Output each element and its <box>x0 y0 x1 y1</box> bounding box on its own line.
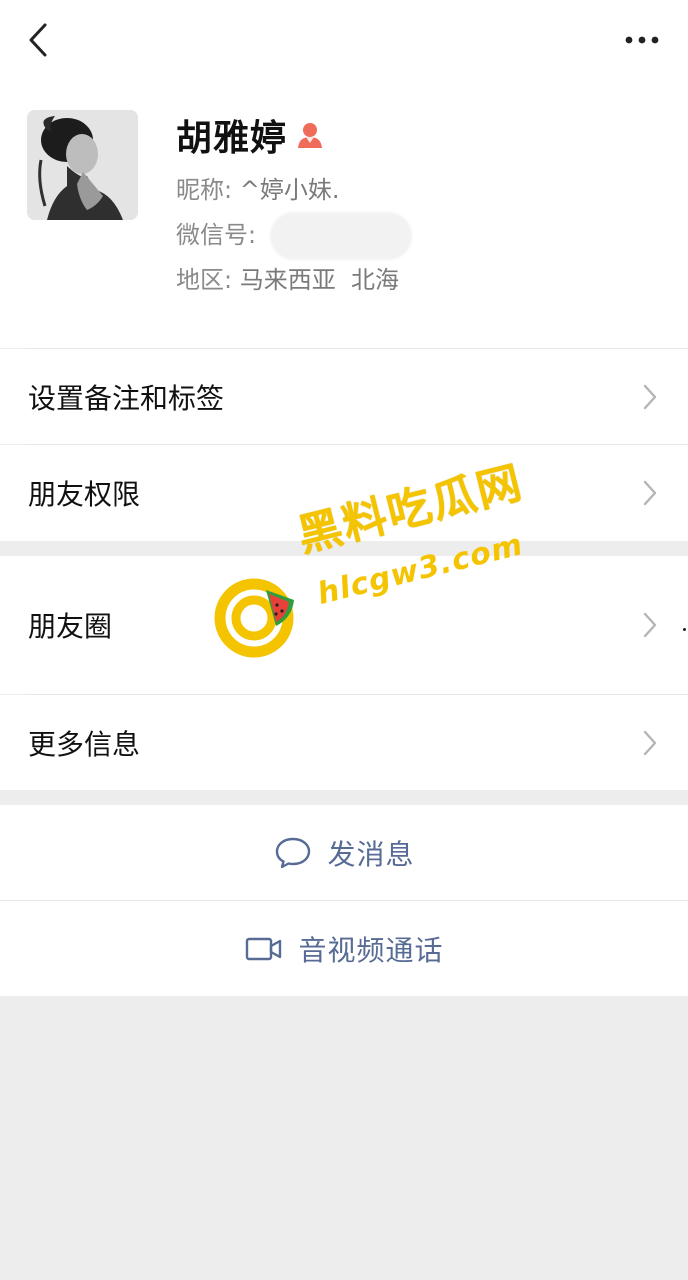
friend-permissions-label: 朋友权限 <box>28 478 141 511</box>
stray-dot <box>683 628 686 631</box>
more-options-button[interactable] <box>622 24 662 56</box>
video-camera-icon <box>244 931 284 967</box>
more-dots-icon <box>625 36 659 44</box>
more-info-label: 更多信息 <box>28 727 141 761</box>
wechat-id-redacted <box>269 212 412 260</box>
send-message-label: 发消息 <box>327 837 415 871</box>
chevron-left-icon <box>29 23 47 57</box>
top-nav-bar <box>0 0 688 84</box>
nickname-line: 昵称: ^婷小妹. <box>176 170 339 205</box>
friend-permissions-cell[interactable]: 朋友权限 <box>0 445 688 541</box>
contact-name: 胡雅婷 <box>176 118 288 159</box>
chevron-right-icon <box>642 479 658 507</box>
chevron-right-icon <box>642 729 658 757</box>
send-message-button[interactable]: 发消息 <box>0 805 688 900</box>
avatar-image <box>27 110 138 220</box>
moments-cell[interactable]: 朋友圈 <box>0 556 688 694</box>
wechat-id-label: 微信号: <box>176 221 257 249</box>
avatar[interactable] <box>27 110 138 220</box>
back-button[interactable] <box>18 20 58 60</box>
female-user-icon <box>295 120 325 150</box>
nickname-label: 昵称: <box>176 176 233 204</box>
region-label: 地区: <box>176 266 233 294</box>
wechat-id-line: 微信号: <box>176 212 412 260</box>
nickname-value: ^婷小妹. <box>239 176 340 204</box>
chevron-right-icon <box>642 611 658 639</box>
contact-profile-page: 胡雅婷 昵称: ^婷小妹. 微信号: 地区: 马来西亚 北海 设置备注和标签 朋… <box>0 0 688 1280</box>
chat-bubble-icon <box>273 835 313 871</box>
chevron-right-icon <box>642 383 658 411</box>
video-call-label: 音视频通话 <box>298 933 444 967</box>
region-value: 马来西亚 北海 <box>239 266 399 294</box>
more-info-cell[interactable]: 更多信息 <box>0 695 688 790</box>
moments-label: 朋友圈 <box>28 610 113 643</box>
region-line: 地区: 马来西亚 北海 <box>176 260 399 295</box>
remark-tags-cell[interactable]: 设置备注和标签 <box>0 349 688 444</box>
video-call-button[interactable]: 音视频通话 <box>0 901 688 996</box>
remark-tags-label: 设置备注和标签 <box>28 381 225 415</box>
name-row: 胡雅婷 <box>176 110 325 160</box>
profile-card: 胡雅婷 昵称: ^婷小妹. 微信号: 地区: 马来西亚 北海 <box>0 84 688 348</box>
